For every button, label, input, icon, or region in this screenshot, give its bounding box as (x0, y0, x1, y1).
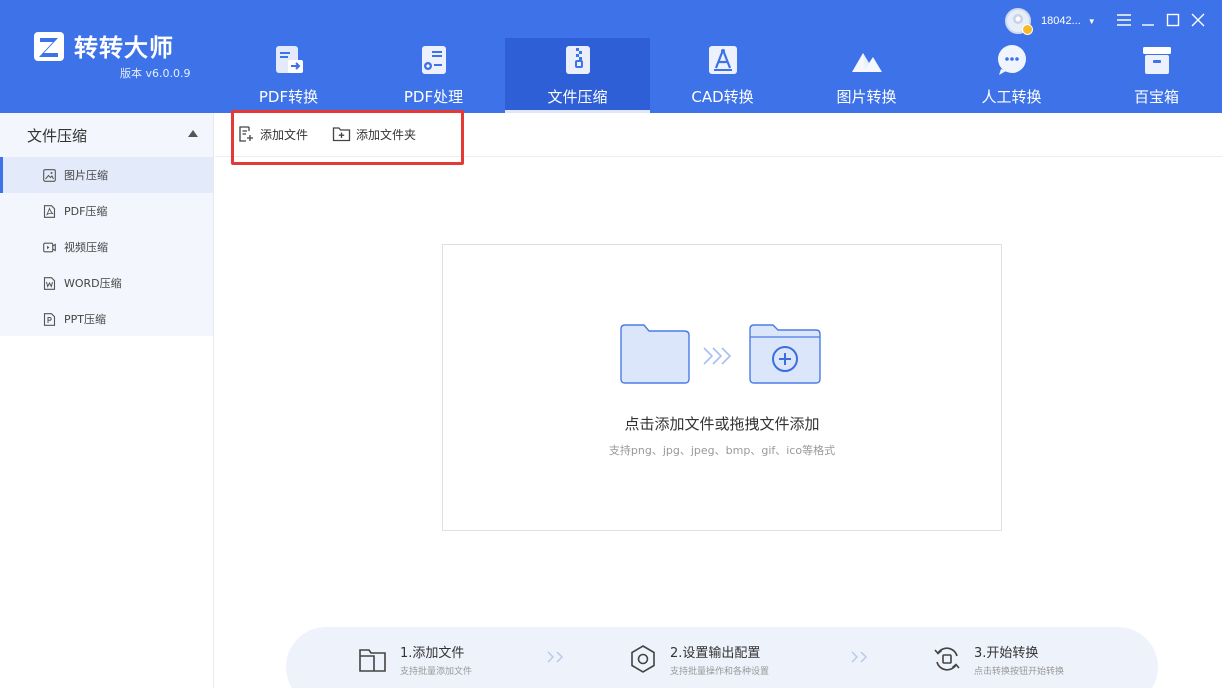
step-desc: 支持批量添加文件 (400, 667, 473, 677)
top-header: 转转大师 版本 v6.0.0.9 PDF转换 PDF处理 文件压缩 CAD转换 … (0, 0, 1222, 113)
sidebar: 文件压缩 图片压缩 PDF压缩 视频压缩 WORD压缩 PPT压缩 (0, 113, 214, 688)
tab-label: CAD转换 (691, 88, 754, 106)
minimize-icon[interactable] (1138, 10, 1158, 30)
tab-pdf-convert[interactable]: PDF转换 (216, 38, 361, 113)
sidebar-item-ppt-compress[interactable]: PPT压缩 (0, 301, 213, 337)
add-file-label: 添加文件 (260, 127, 309, 142)
user-avatar-icon (1005, 8, 1033, 35)
sidebar-group-title: 文件压缩 (27, 126, 88, 145)
file-dropzone[interactable]: 点击添加文件或拖拽文件添加 支持png、jpg、jpeg、bmp、gif、ico… (442, 244, 1002, 531)
sidebar-item-image-compress[interactable]: 图片压缩 (0, 157, 213, 193)
add-folder-button[interactable]: 添加文件夹 (332, 125, 416, 143)
tab-label: PDF处理 (403, 88, 464, 106)
close-icon[interactable] (1188, 10, 1208, 30)
steps-guide: 1.添加文件 支持批量添加文件 2.设置输出配置 支持批量操作和各种设置 3.开… (286, 627, 1158, 688)
dropzone-title: 点击添加文件或拖拽文件添加 (624, 415, 820, 433)
app-name: 转转大师 (74, 34, 174, 62)
step-add-files: 1.添加文件 支持批量添加文件 (358, 642, 472, 677)
user-menu[interactable]: 18042... ▼ (1005, 8, 1096, 35)
step-title: 2.设置输出配置 (670, 646, 761, 661)
caret-down-icon: ▼ (1087, 16, 1096, 26)
pdf-file-icon (43, 204, 56, 218)
add-folder-label: 添加文件夹 (356, 127, 417, 142)
maximize-icon[interactable] (1163, 10, 1183, 30)
sidebar-item-video-compress[interactable]: 视频压缩 (0, 229, 213, 265)
chat-icon (997, 45, 1026, 75)
sidebar-item-label: 视频压缩 (64, 241, 108, 254)
sidebar-item-label: 图片压缩 (64, 169, 108, 182)
dropzone-subtitle: 支持png、jpg、jpeg、bmp、gif、ico等格式 (608, 444, 836, 457)
tab-file-compress[interactable]: 文件压缩 (505, 38, 650, 113)
pdf-process-icon (421, 46, 446, 74)
step-title: 1.添加文件 (400, 646, 465, 661)
folder-icon (359, 649, 386, 672)
step-desc: 支持批量操作和各种设置 (670, 667, 770, 677)
step-start-convert: 3.开始转换 点击转换按钮开始转换 (932, 642, 1064, 677)
step-output-settings: 2.设置输出配置 支持批量操作和各种设置 (628, 642, 769, 677)
tab-label: PDF转换 (258, 88, 319, 106)
add-folder-icon (332, 127, 351, 142)
step-arrow-icon (851, 651, 867, 663)
toolbar: 添加文件 添加文件夹 (215, 113, 1222, 157)
sidebar-group: 文件压缩 图片压缩 PDF压缩 视频压缩 WORD压缩 PPT压缩 (0, 113, 213, 336)
tab-pdf-process[interactable]: PDF处理 (361, 38, 506, 113)
settings-icon (631, 645, 655, 673)
add-file-button[interactable]: 添加文件 (237, 125, 308, 143)
menu-icon[interactable] (1114, 10, 1134, 30)
app-version: 版本 v6.0.0.9 (120, 67, 191, 80)
file-compress-icon (565, 46, 590, 74)
sidebar-item-label: WORD压缩 (64, 277, 122, 290)
tab-label: 百宝箱 (1133, 88, 1179, 106)
tab-toolbox[interactable]: 百宝箱 (1084, 38, 1222, 113)
sidebar-item-label: PDF压缩 (64, 205, 108, 218)
sidebar-item-label: PPT压缩 (64, 313, 106, 326)
cad-icon (708, 46, 737, 74)
convert-icon (934, 647, 960, 671)
vip-badge-icon (1022, 24, 1033, 35)
sidebar-group-header[interactable]: 文件压缩 (0, 113, 213, 157)
step-desc: 点击转换按钮开始转换 (974, 667, 1065, 677)
step-arrow-icon (547, 651, 563, 663)
word-file-icon (43, 276, 56, 290)
ppt-file-icon (43, 312, 56, 326)
tab-manual-convert[interactable]: 人工转换 (939, 38, 1084, 113)
sidebar-item-word-compress[interactable]: WORD压缩 (0, 265, 213, 301)
step-title: 3.开始转换 (974, 646, 1039, 661)
image-icon (851, 53, 882, 72)
tab-label: 人工转换 (981, 88, 1042, 106)
tab-image-convert[interactable]: 图片转换 (794, 38, 939, 113)
logo-z-icon (32, 29, 66, 63)
tab-label: 文件压缩 (547, 88, 608, 106)
collapse-arrow-icon (188, 130, 198, 137)
tab-label: 图片转换 (836, 88, 897, 106)
image-file-icon (43, 168, 56, 182)
user-name: 18042... (1041, 15, 1081, 27)
folder-transfer-icon (620, 324, 821, 384)
add-file-icon (239, 126, 253, 142)
pdf-convert-icon (275, 46, 303, 73)
sidebar-item-pdf-compress[interactable]: PDF压缩 (0, 193, 213, 229)
tab-cad-convert[interactable]: CAD转换 (650, 38, 795, 113)
toolbox-icon (1142, 47, 1171, 74)
video-file-icon (43, 242, 56, 252)
app-logo: 转转大师 (32, 28, 174, 63)
